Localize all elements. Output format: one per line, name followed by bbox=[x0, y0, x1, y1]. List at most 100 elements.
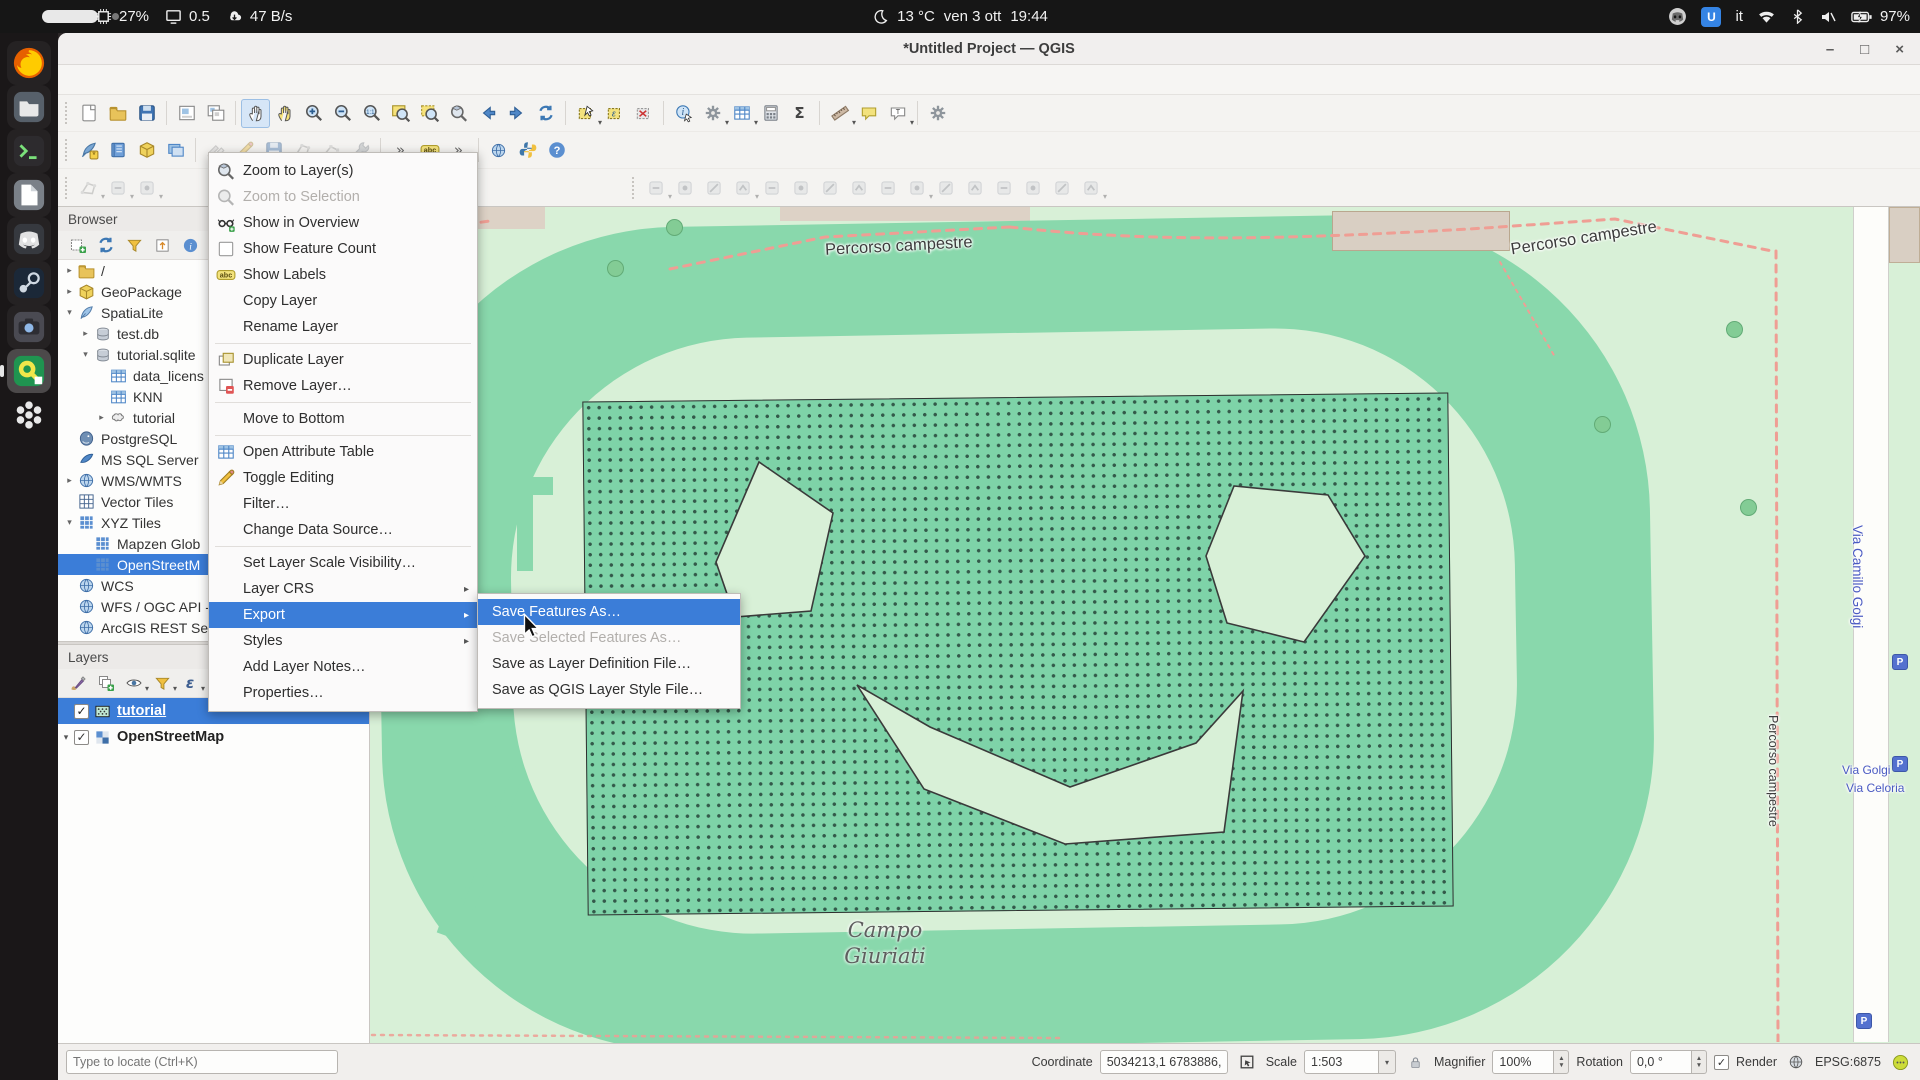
tree-expander[interactable]: ▸ bbox=[62, 475, 77, 486]
tree-expander[interactable]: ▸ bbox=[62, 265, 77, 276]
filter-legend-icon[interactable]: ▾ bbox=[150, 671, 174, 695]
dropdown-caret-icon[interactable]: ▾ bbox=[910, 118, 914, 127]
layout-manager-icon[interactable] bbox=[201, 99, 230, 128]
new-project-icon[interactable] bbox=[74, 99, 103, 128]
field-calculator-icon[interactable] bbox=[756, 99, 785, 128]
refresh-browser-icon[interactable] bbox=[94, 233, 118, 257]
menubar-item[interactable] bbox=[190, 76, 208, 84]
firefox-dock-icon[interactable] bbox=[7, 41, 51, 85]
collapse-all-icon[interactable] bbox=[150, 233, 174, 257]
tree-expander[interactable]: ▸ bbox=[78, 328, 93, 339]
offset-curve-icon[interactable]: ▾ bbox=[902, 173, 931, 202]
pan-map-icon[interactable] bbox=[241, 99, 270, 128]
menubar-item[interactable] bbox=[208, 76, 226, 84]
layer-expander[interactable]: ▾ bbox=[58, 732, 74, 743]
layer-visibility-checkbox[interactable]: ✓ bbox=[74, 730, 89, 745]
menu-zoom-to-selection[interactable]: Zoom to Selection bbox=[209, 184, 477, 210]
submenu-save-selected-features-as[interactable]: Save Selected Features As… bbox=[478, 625, 740, 651]
open-project-icon[interactable] bbox=[103, 99, 132, 128]
map-tips-icon[interactable] bbox=[854, 99, 883, 128]
scale-dropdown-icon[interactable]: ▾ bbox=[1379, 1050, 1396, 1074]
discord-dock-icon[interactable] bbox=[7, 217, 51, 261]
menu-styles[interactable]: Styles ▸ bbox=[209, 628, 477, 654]
layer-visibility-checkbox[interactable]: ✓ bbox=[74, 704, 89, 719]
minimize-button[interactable]: – bbox=[1826, 41, 1834, 58]
menu-zoom-to-layers[interactable]: Zoom to Layer(s) bbox=[209, 158, 477, 184]
identify-features-icon[interactable]: i bbox=[669, 99, 698, 128]
menu-remove-layer[interactable]: Remove Layer… bbox=[209, 373, 477, 399]
keyboard-layout-indicator[interactable]: it bbox=[1735, 8, 1743, 25]
messages-icon[interactable] bbox=[1888, 1050, 1912, 1074]
menubar-item[interactable] bbox=[64, 76, 82, 84]
toolbar-handle[interactable] bbox=[632, 177, 637, 199]
tree-expander[interactable]: ▸ bbox=[94, 412, 109, 423]
processing-toolbox-icon[interactable] bbox=[923, 99, 952, 128]
menu-open-attribute-table[interactable]: Open Attribute Table bbox=[209, 439, 477, 465]
libreoffice-dock-icon[interactable] bbox=[7, 173, 51, 217]
split-features-icon[interactable] bbox=[960, 173, 989, 202]
add-part-icon[interactable] bbox=[786, 173, 815, 202]
dropdown-caret-icon[interactable]: ▾ bbox=[201, 684, 205, 693]
simplify-feature-icon[interactable]: ▾ bbox=[728, 173, 757, 202]
new-print-layout-icon[interactable] bbox=[172, 99, 201, 128]
menubar-item[interactable] bbox=[118, 76, 136, 84]
submenu-save-as-qgis-layer-style[interactable]: Save as QGIS Layer Style File… bbox=[478, 677, 740, 703]
properties-widget-icon[interactable]: i bbox=[178, 233, 202, 257]
steam-dock-icon[interactable] bbox=[7, 261, 51, 305]
scale-combo[interactable]: ▾ bbox=[1304, 1050, 1396, 1074]
bluetooth-icon[interactable] bbox=[1790, 9, 1805, 24]
coordinate-input[interactable] bbox=[1100, 1050, 1228, 1074]
submenu-save-as-layer-definition[interactable]: Save as Layer Definition File… bbox=[478, 651, 740, 677]
menu-show-in-overview[interactable]: Show in Overview bbox=[209, 210, 477, 236]
menu-add-layer-notes[interactable]: Add Layer Notes… bbox=[209, 654, 477, 680]
select-features-icon[interactable]: ▾ bbox=[571, 99, 600, 128]
digitize-circle-icon[interactable]: ▾ bbox=[103, 173, 132, 202]
new-annotation-icon[interactable]: T▾ bbox=[883, 99, 912, 128]
dropdown-caret-icon[interactable]: ▾ bbox=[1103, 192, 1107, 201]
zoom-full-icon[interactable] bbox=[386, 99, 415, 128]
submenu-save-features-as[interactable]: Save Features As… bbox=[478, 599, 740, 625]
wifi-icon[interactable] bbox=[1757, 7, 1776, 26]
menu-toggle-editing[interactable]: Toggle Editing bbox=[209, 465, 477, 491]
volume-muted-icon[interactable] bbox=[1819, 8, 1837, 26]
dropdown-caret-icon[interactable]: ▾ bbox=[159, 192, 163, 201]
zoom-to-selection-icon[interactable] bbox=[415, 99, 444, 128]
merge-features-icon[interactable] bbox=[1018, 173, 1047, 202]
toolbar-handle[interactable] bbox=[65, 177, 70, 199]
menubar-item[interactable] bbox=[226, 76, 244, 84]
layer-item-openstreetmap[interactable]: ▾ ✓ OpenStreetMap bbox=[58, 724, 369, 750]
toolbar-handle[interactable] bbox=[65, 102, 70, 124]
digitize-ellipse-icon[interactable]: ▾ bbox=[132, 173, 161, 202]
cpu-indicator[interactable]: 27% bbox=[95, 8, 149, 25]
screenshot-dock-icon[interactable] bbox=[7, 305, 51, 349]
delete-ring-icon[interactable] bbox=[844, 173, 873, 202]
delete-part-icon[interactable] bbox=[873, 173, 902, 202]
filter-expression-icon[interactable]: ε▾ bbox=[178, 671, 202, 695]
tree-expander[interactable]: ▸ bbox=[62, 286, 77, 297]
show-apps-dock-icon[interactable] bbox=[7, 393, 51, 437]
menubar-item[interactable] bbox=[82, 76, 100, 84]
magnifier-spinner[interactable]: ▲▼ bbox=[1492, 1050, 1569, 1074]
extents-toggle-icon[interactable] bbox=[1235, 1050, 1259, 1074]
clock-menu[interactable]: 13 °C ven 3 ott 19:44 bbox=[872, 8, 1048, 25]
magnifier-input[interactable] bbox=[1492, 1050, 1554, 1074]
help-contents-icon[interactable]: ? bbox=[542, 136, 571, 165]
menu-filter[interactable]: Filter… bbox=[209, 491, 477, 517]
discord-tray-icon[interactable] bbox=[1668, 7, 1687, 26]
maximize-button[interactable]: □ bbox=[1860, 41, 1869, 58]
filter-browser-icon[interactable] bbox=[122, 233, 146, 257]
refresh-map-icon[interactable] bbox=[531, 99, 560, 128]
scale-input[interactable] bbox=[1304, 1050, 1379, 1074]
zoom-native-icon[interactable]: 1:1 bbox=[357, 99, 386, 128]
menu-properties[interactable]: Properties… bbox=[209, 680, 477, 706]
add-group-icon[interactable] bbox=[94, 671, 118, 695]
qgis-dock-icon[interactable] bbox=[7, 349, 51, 393]
new-shapefile-layer-icon[interactable] bbox=[103, 136, 132, 165]
add-selected-layers-icon[interactable] bbox=[66, 233, 90, 257]
toolbar-handle[interactable] bbox=[65, 139, 70, 161]
shield-tray-icon[interactable]: U bbox=[1701, 7, 1721, 27]
zoom-next-icon[interactable] bbox=[502, 99, 531, 128]
lock-scale-icon[interactable] bbox=[1403, 1050, 1427, 1074]
menu-move-to-bottom[interactable]: Move to Bottom bbox=[209, 406, 477, 432]
rotate-feature-icon[interactable] bbox=[699, 173, 728, 202]
